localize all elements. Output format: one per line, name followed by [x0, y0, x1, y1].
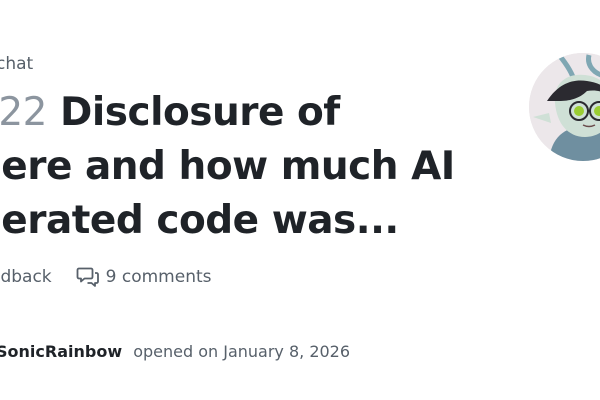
issue-title-line-2: here and how much AI	[0, 144, 455, 189]
avatar-image	[529, 53, 600, 161]
issue-meta: edback 9 comments	[0, 266, 212, 288]
author-link[interactable]: SonicRainbow	[0, 342, 122, 361]
comment-discussion-icon	[76, 267, 99, 287]
issue-number: 022	[0, 90, 47, 135]
issue-header: chat 022 Disclosure of here and how much…	[0, 0, 600, 400]
comments-count: 9 comments	[105, 267, 212, 287]
issue-byline: SonicRainbow opened on January 8, 2026	[0, 342, 350, 361]
issue-title-line-1: Disclosure of	[60, 90, 340, 135]
issue-label[interactable]: edback	[0, 267, 52, 287]
issue-title-line-3: nerated code was...	[0, 198, 399, 243]
avatar[interactable]	[529, 53, 600, 161]
issue-title: 022 Disclosure of here and how much AI n…	[0, 86, 474, 248]
opened-text: opened on January 8, 2026	[133, 342, 351, 361]
repo-link[interactable]: chat	[0, 54, 33, 74]
comments-link[interactable]: 9 comments	[76, 266, 212, 288]
